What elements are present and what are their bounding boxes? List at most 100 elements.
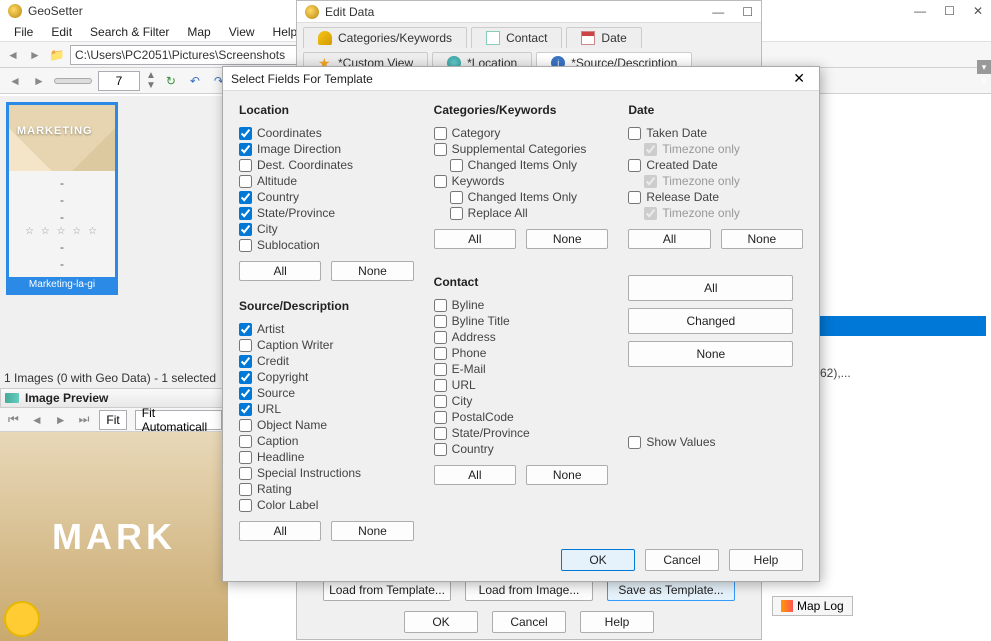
checkbox-item[interactable]: Color Label [239,497,414,513]
maximize-icon[interactable]: ☐ [944,4,955,18]
global-none-button[interactable]: None [628,341,793,367]
checkbox-item[interactable]: State/Province [434,425,609,441]
contact-none-button[interactable]: None [526,465,608,485]
checkbox-item[interactable]: Timezone only [644,205,803,221]
checkbox-item[interactable]: Changed Items Only [450,157,609,173]
checkbox-item[interactable]: City [434,393,609,409]
dropdown-marker[interactable]: ▾ ✕ [977,60,991,74]
source-none-button[interactable]: None [331,521,413,541]
checkbox-item[interactable]: Caption [239,433,414,449]
checkbox-item[interactable]: PostalCode [434,409,609,425]
edit-cancel-button[interactable]: Cancel [492,611,566,633]
checkbox-item[interactable]: Image Direction [239,141,414,157]
checkbox-item[interactable]: Byline [434,297,609,313]
checkbox-item[interactable]: Object Name [239,417,414,433]
checkbox-item[interactable]: Source [239,385,414,401]
save-template-button[interactable]: Save as Template... [607,579,735,601]
checkbox-item[interactable]: Copyright [239,369,414,385]
checkbox-item[interactable]: Coordinates [239,125,414,141]
dialog-cancel-button[interactable]: Cancel [645,549,719,571]
close-icon[interactable]: ✕ [973,4,983,18]
checkbox-item[interactable]: State/Province [239,205,414,221]
calendar-icon [581,31,595,45]
checkbox-item[interactable]: Taken Date [628,125,803,141]
checkbox-item[interactable]: E-Mail [434,361,609,377]
menu-view[interactable]: View [221,23,263,41]
edit-ok-button[interactable]: OK [404,611,478,633]
checkbox-item[interactable]: City [239,221,414,237]
minimize-icon[interactable]: — [914,4,926,18]
date-none-button[interactable]: None [721,229,803,249]
forward-icon[interactable]: ► [26,46,44,64]
edit-window-title: Edit Data [325,5,712,19]
tab-contact[interactable]: Contact [471,27,562,48]
dialog-help-button[interactable]: Help [729,549,803,571]
checkbox-item[interactable]: Special Instructions [239,465,414,481]
checkbox-item[interactable]: Release Date [628,189,803,205]
checkbox-item[interactable]: Headline [239,449,414,465]
load-template-button[interactable]: Load from Template... [323,579,451,601]
slider[interactable] [54,78,92,84]
checkbox-item[interactable]: URL [434,377,609,393]
categories-none-button[interactable]: None [526,229,608,249]
checkbox-item[interactable]: Sublocation [239,237,414,253]
thumbnail-card[interactable]: MARKETING - - - ☆ ☆ ☆ ☆ ☆ - - Marketing-… [6,102,118,295]
menu-search[interactable]: Search & Filter [82,23,177,41]
checkbox-item[interactable]: Country [434,441,609,457]
dialog-close-icon[interactable]: ✕ [787,68,811,89]
tab-date[interactable]: Date [566,27,641,48]
menu-edit[interactable]: Edit [43,23,80,41]
next-icon[interactable]: ► [30,72,48,90]
checkbox-item[interactable]: Artist [239,321,414,337]
checkbox-item[interactable]: Caption Writer [239,337,414,353]
checkbox-item[interactable]: Address [434,329,609,345]
spin-arrows[interactable]: ▲▼ [146,71,156,91]
fit-label[interactable]: Fit [99,410,126,430]
global-changed-button[interactable]: Changed [628,308,793,334]
date-all-button[interactable]: All [628,229,710,249]
dialog-ok-button[interactable]: OK [561,549,635,571]
checkbox-item[interactable]: URL [239,401,414,417]
checkbox-item[interactable]: Phone [434,345,609,361]
maximize-icon[interactable]: ☐ [742,5,753,19]
source-all-button[interactable]: All [239,521,321,541]
contact-all-button[interactable]: All [434,465,516,485]
checkbox-item[interactable]: Byline Title [434,313,609,329]
checkbox-item[interactable]: Replace All [450,205,609,221]
checkbox-item[interactable]: Changed Items Only [450,189,609,205]
categories-all-button[interactable]: All [434,229,516,249]
edit-help-button[interactable]: Help [580,611,654,633]
menu-map[interactable]: Map [179,23,218,41]
checkbox-item[interactable]: Category [434,125,609,141]
fit-mode-combo[interactable]: Fit Automaticall [135,410,222,430]
checkbox-item[interactable]: Dest. Coordinates [239,157,414,173]
thumb-size-spin[interactable] [98,71,140,91]
refresh-icon[interactable]: ↻ [162,72,180,90]
map-log-tab[interactable]: Map Log [772,596,853,616]
prev-icon[interactable]: ◄ [6,72,24,90]
preview-next-icon[interactable]: ► [53,413,69,427]
global-all-button[interactable]: All [628,275,793,301]
load-image-button[interactable]: Load from Image... [465,579,593,601]
back-icon[interactable]: ◄ [4,46,22,64]
checkbox-item[interactable]: Keywords [434,173,609,189]
checkbox-item[interactable]: Country [239,189,414,205]
up-icon[interactable]: 📁 [48,46,66,64]
location-all-button[interactable]: All [239,261,321,281]
minimize-icon[interactable]: — [712,5,724,19]
show-values-checkbox[interactable]: Show Values [628,434,803,450]
checkbox-item[interactable]: Rating [239,481,414,497]
preview-last-icon[interactable]: ⏭ [77,412,92,427]
checkbox-item[interactable]: Timezone only [644,173,803,189]
checkbox-item[interactable]: Timezone only [644,141,803,157]
rotate-left-icon[interactable]: ↶ [186,72,204,90]
checkbox-item[interactable]: Altitude [239,173,414,189]
menu-file[interactable]: File [6,23,41,41]
preview-first-icon[interactable]: ⏮ [6,412,21,427]
location-none-button[interactable]: None [331,261,413,281]
checkbox-item[interactable]: Credit [239,353,414,369]
tab-categories[interactable]: Categories/Keywords [303,27,467,48]
checkbox-item[interactable]: Supplemental Categories [434,141,609,157]
preview-prev-icon[interactable]: ◄ [29,413,45,427]
checkbox-item[interactable]: Created Date [628,157,803,173]
